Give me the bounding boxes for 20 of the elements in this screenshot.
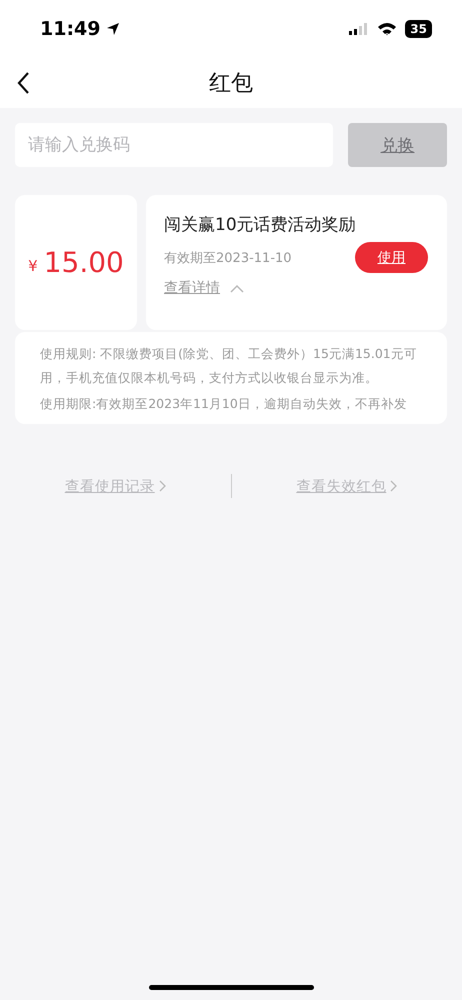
history-link[interactable]: 查看使用记录 — [64, 476, 155, 496]
rule-text: 使用规则: 不限缴费项目(除党、团、工会费外）15元满15.01元可用，手机充值仅限本机号码，支付方式以收银台显示为准。 — [40, 345, 418, 387]
coupon-title: 闯关赢10元话费活动奖励 — [164, 214, 357, 236]
currency-symbol: ¥ — [28, 256, 38, 274]
status-time: 11:49 — [40, 18, 100, 40]
chevron-right-icon — [390, 480, 398, 492]
location-arrow-icon — [106, 22, 120, 36]
signal-icon — [349, 22, 370, 36]
chevron-right-icon — [158, 480, 166, 492]
rule-text: 使用期限:有效期至2023年11月10日，逾期自动失效，不再补发 — [40, 395, 408, 413]
back-icon[interactable] — [16, 71, 30, 95]
wifi-icon — [377, 22, 398, 36]
details-link[interactable]: 查看详情 — [164, 279, 220, 297]
battery-level: 35 — [405, 20, 432, 38]
coupon-amount: 15.00 — [44, 246, 124, 279]
history-link[interactable]: 查看失效红包 — [296, 476, 386, 496]
page-title: 红包 — [209, 70, 253, 98]
validity-text: 有效期至2023-11-10 — [164, 250, 292, 266]
redeem-code-field[interactable]: 请输入兑换码 — [15, 123, 333, 167]
use-button[interactable]: 使用 — [355, 242, 428, 273]
